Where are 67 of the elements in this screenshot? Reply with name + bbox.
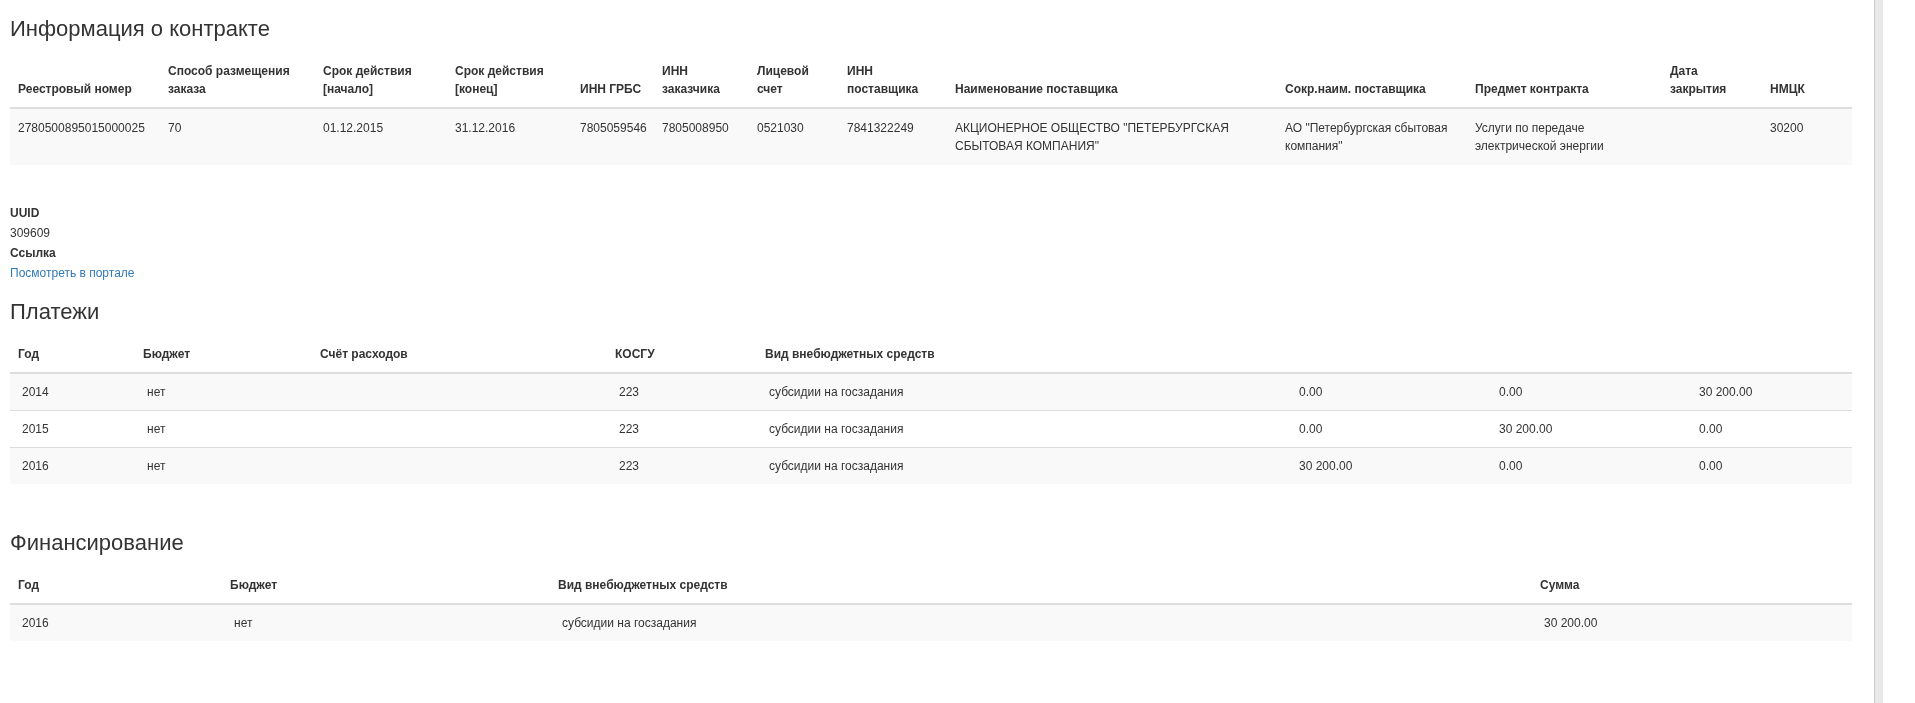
table-cell: 0.00 xyxy=(1699,422,1723,436)
table-cell: 2016 xyxy=(22,616,49,630)
column-header: Лицевой счет xyxy=(757,64,809,96)
table-cell: 70 xyxy=(168,121,182,135)
table-cell: 0.00 xyxy=(1499,459,1523,473)
column-header: Год xyxy=(18,347,39,361)
column-header: Бюджет xyxy=(230,578,278,592)
table-cell: 2016 xyxy=(22,459,49,473)
table-cell: 2014 xyxy=(22,385,49,399)
section-title: Платежи xyxy=(10,299,100,325)
column-header: Срок действия [конец] xyxy=(455,64,544,96)
table-cell: 223 xyxy=(619,385,640,399)
column-header: НМЦК xyxy=(1770,82,1805,96)
table-cell: 0.00 xyxy=(1499,385,1523,399)
detail-label: Ссылка xyxy=(10,245,56,262)
table-cell: субсидии на госзадания xyxy=(769,422,904,436)
column-header: Срок действия [начало] xyxy=(323,64,412,96)
section-title: Информация о контракте xyxy=(10,16,270,42)
column-header: КОСГУ xyxy=(615,347,655,361)
table-cell: 30 200.00 xyxy=(1299,459,1353,473)
column-header: Вид внебюджетных средств xyxy=(765,347,935,361)
column-header: Реестровый номер xyxy=(18,82,132,96)
column-header: Бюджет xyxy=(143,347,191,361)
table-cell: Услуги по передаче электрической энергии xyxy=(1475,121,1604,153)
column-header: Сокр.наим. поставщика xyxy=(1285,82,1426,96)
column-header: Способ размещения заказа xyxy=(168,64,290,96)
table-cell: 01.12.2015 xyxy=(323,121,384,135)
detail-label: UUID xyxy=(10,205,40,222)
section-title: Финансирование xyxy=(10,530,184,556)
table-cell: 7841322249 xyxy=(847,121,914,135)
table-cell: 0.00 xyxy=(1699,459,1723,473)
table-cell: 30 200.00 xyxy=(1699,385,1753,399)
table-cell: 0.00 xyxy=(1299,385,1323,399)
table-cell: 2015 xyxy=(22,422,49,436)
scrollbar[interactable] xyxy=(1874,0,1883,703)
column-header: Предмет контракта xyxy=(1475,82,1589,96)
table-cell: 223 xyxy=(619,459,640,473)
column-header: ИНН поставщика xyxy=(847,64,919,96)
column-header: Сумма xyxy=(1540,578,1580,592)
column-header: ИНН заказчика xyxy=(662,64,720,96)
table-cell: 30 200.00 xyxy=(1499,422,1553,436)
table-cell: нет xyxy=(147,385,166,399)
column-header: Год xyxy=(18,578,39,592)
table-cell: субсидии на госзадания xyxy=(769,385,904,399)
column-header: Наименование поставщика xyxy=(955,82,1118,96)
table-cell: 30 200.00 xyxy=(1544,616,1598,630)
detail-value: 309609 xyxy=(10,225,51,242)
table-cell: АКЦИОНЕРНОЕ ОБЩЕСТВО "ПЕТЕРБУРГСКАЯ СБЫТОВАЯ КОМПАНИЯ" xyxy=(955,121,1229,153)
portal-link[interactable]: Посмотреть в портале xyxy=(10,263,135,283)
column-header: Вид внебюджетных средств xyxy=(558,578,728,592)
table-cell: субсидии на госзадания xyxy=(769,459,904,473)
column-header: ИНН ГРБС xyxy=(580,82,642,96)
table-cell: АО "Петербургская сбытовая компания" xyxy=(1285,121,1448,153)
table-cell: 30200 xyxy=(1770,121,1804,135)
table-cell: нет xyxy=(147,422,166,436)
table-cell: 31.12.2016 xyxy=(455,121,516,135)
table-cell: нет xyxy=(234,616,253,630)
table-cell: нет xyxy=(147,459,166,473)
table-cell: 0521030 xyxy=(757,121,804,135)
column-header: Дата закрытия xyxy=(1670,64,1727,96)
table-cell: 7805059546 xyxy=(580,121,647,135)
table-cell: субсидии на госзадания xyxy=(562,616,697,630)
column-header: Счёт расходов xyxy=(320,347,408,361)
table-cell: 0.00 xyxy=(1299,422,1323,436)
table-cell: 2780500895015000025 xyxy=(18,121,145,135)
table-cell: 7805008950 xyxy=(662,121,729,135)
table-cell: 223 xyxy=(619,422,640,436)
